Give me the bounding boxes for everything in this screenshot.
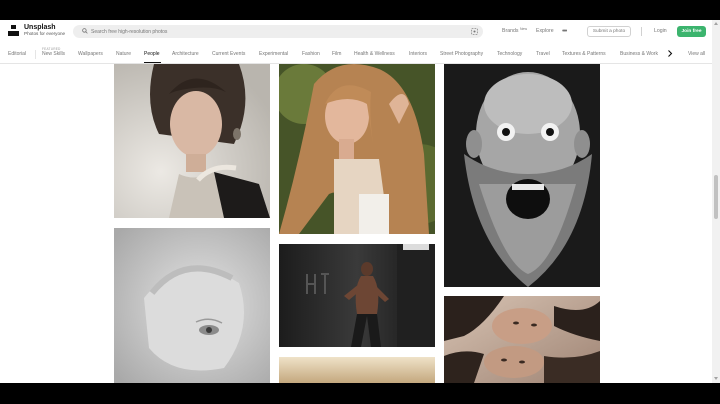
photo-card[interactable] bbox=[279, 64, 435, 234]
search-bar[interactable] bbox=[73, 25, 483, 38]
photo-image bbox=[279, 64, 435, 234]
topic-item-active[interactable]: People bbox=[144, 52, 160, 57]
photo-image bbox=[444, 296, 600, 383]
site-header: Unsplash Photos for everyone Brands New … bbox=[0, 20, 712, 44]
scroll-up-icon[interactable] bbox=[714, 22, 718, 25]
chevron-right-icon[interactable] bbox=[667, 50, 673, 57]
topic-item[interactable]: Textures & Patterns bbox=[562, 52, 606, 57]
search-icon bbox=[82, 28, 88, 34]
topic-item[interactable]: Street Photography bbox=[440, 52, 483, 57]
photo-image bbox=[114, 228, 270, 383]
photo-image bbox=[279, 357, 435, 383]
topic-item[interactable]: New Skills bbox=[42, 52, 65, 57]
photo-card[interactable] bbox=[279, 357, 435, 383]
brand-name: Unsplash bbox=[24, 24, 56, 31]
topic-item[interactable]: Nature bbox=[116, 52, 131, 57]
submit-photo-button[interactable]: Submit a photo bbox=[587, 26, 631, 37]
nav-explore[interactable]: Explore bbox=[536, 28, 554, 34]
photo-card[interactable] bbox=[444, 296, 600, 383]
scrollbar-thumb[interactable] bbox=[714, 175, 718, 219]
topic-nav: Editorial FEATURED New Skills Wallpapers… bbox=[0, 44, 712, 64]
unsplash-logo-icon[interactable] bbox=[8, 25, 19, 36]
topic-item[interactable]: Architecture bbox=[172, 52, 199, 57]
visual-search-icon[interactable] bbox=[471, 28, 478, 35]
topic-editorial[interactable]: Editorial bbox=[8, 52, 26, 57]
topic-item[interactable]: Experimental bbox=[259, 52, 288, 57]
topic-item[interactable]: Health & Wellness bbox=[354, 52, 395, 57]
topic-item[interactable]: Technology bbox=[497, 52, 522, 57]
photo-card[interactable] bbox=[444, 64, 600, 287]
topic-item[interactable]: Business & Work bbox=[620, 52, 658, 57]
brand-tagline: Photos for everyone bbox=[24, 31, 66, 36]
topic-item[interactable]: Current Events bbox=[212, 52, 245, 57]
topic-item[interactable]: Interiors bbox=[409, 52, 427, 57]
nav-brands[interactable]: Brands bbox=[502, 28, 518, 34]
photo-image bbox=[114, 64, 270, 218]
topic-item[interactable]: Fashion bbox=[302, 52, 320, 57]
browser-viewport: Unsplash Photos for everyone Brands New … bbox=[0, 20, 720, 383]
login-link[interactable]: Login bbox=[654, 28, 667, 34]
photo-card[interactable] bbox=[114, 64, 270, 218]
join-free-button[interactable]: Join free bbox=[677, 26, 706, 37]
topic-item[interactable]: Travel bbox=[536, 52, 550, 57]
topic-item[interactable]: Film bbox=[332, 52, 341, 57]
header-divider bbox=[641, 27, 642, 36]
view-all-link[interactable]: View all bbox=[688, 52, 705, 57]
topic-divider bbox=[35, 50, 36, 59]
photo-card[interactable] bbox=[114, 228, 270, 383]
scroll-down-icon[interactable] bbox=[714, 377, 718, 380]
photo-image bbox=[279, 244, 435, 347]
new-badge: New bbox=[520, 27, 528, 31]
vertical-scrollbar[interactable] bbox=[712, 20, 720, 383]
active-topic-indicator bbox=[144, 62, 161, 63]
topic-item[interactable]: Wallpapers bbox=[78, 52, 103, 57]
photo-image bbox=[444, 64, 600, 287]
search-input[interactable] bbox=[91, 25, 451, 38]
more-options-icon[interactable]: ••• bbox=[562, 28, 567, 35]
photo-card[interactable] bbox=[279, 244, 435, 347]
brand[interactable]: Unsplash Photos for everyone bbox=[24, 24, 65, 37]
